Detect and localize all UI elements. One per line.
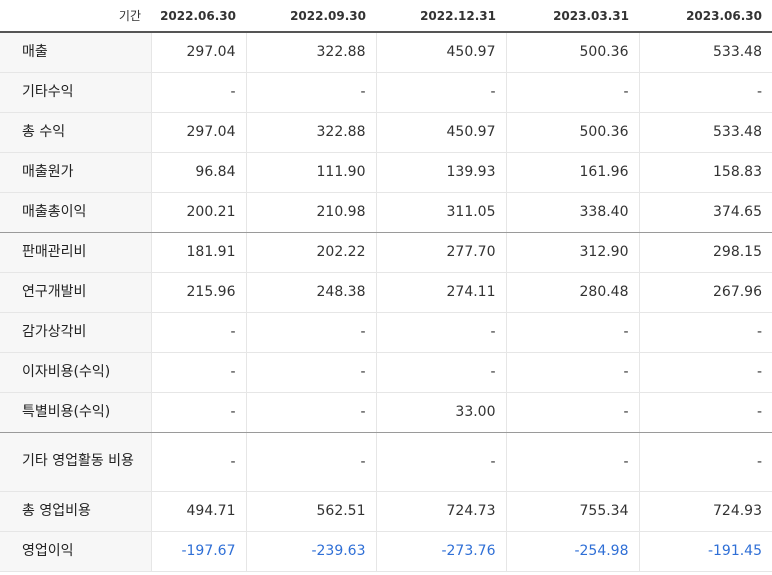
table-cell: 724.73 xyxy=(375,491,506,532)
table-cell: - xyxy=(245,392,376,433)
table-cell: 139.93 xyxy=(375,152,506,193)
table-cell: -191.45 xyxy=(638,531,772,572)
table-cell: 202.22 xyxy=(245,232,376,273)
table-cell: 96.84 xyxy=(150,152,246,193)
row-label: 매출원가 xyxy=(0,152,151,193)
table-row-other-operating: 기타 영업활동 비용 - - - - - xyxy=(0,432,772,492)
table-cell: - xyxy=(638,392,772,433)
table-row-interest: 이자비용(수익) - - - - - xyxy=(0,352,772,393)
table-cell: 33.00 xyxy=(375,392,506,433)
table-cell: -239.63 xyxy=(245,531,376,572)
row-label: 이자비용(수익) xyxy=(0,352,151,393)
period-header: 2022.06.30 xyxy=(151,0,246,33)
row-label: 감가상각비 xyxy=(0,312,151,353)
table-cell: 210.98 xyxy=(245,192,376,233)
table-row-gross-profit: 매출총이익 200.21 210.98 311.05 338.40 374.65 xyxy=(0,192,772,233)
table-cell: - xyxy=(245,72,376,113)
table-cell: 724.93 xyxy=(638,491,772,532)
table-cell: 562.51 xyxy=(245,491,376,532)
income-statement-table: 기간 2022.06.30 2022.09.30 2022.12.31 2023… xyxy=(0,0,772,572)
row-label: 총 수익 xyxy=(0,112,151,153)
table-cell: 500.36 xyxy=(505,32,639,73)
table-cell: - xyxy=(375,432,506,492)
table-cell: 533.48 xyxy=(638,32,772,73)
table-cell: 533.48 xyxy=(638,112,772,153)
table-cell: - xyxy=(375,72,506,113)
table-cell: - xyxy=(150,72,246,113)
table-cell: 297.04 xyxy=(150,32,246,73)
period-header-label: 기간 xyxy=(0,0,151,33)
table-cell: 297.04 xyxy=(150,112,246,153)
table-row-special: 특별비용(수익) - - 33.00 - - xyxy=(0,392,772,433)
table-cell: - xyxy=(245,432,376,492)
table-cell: 312.90 xyxy=(505,232,639,273)
period-header: 2023.03.31 xyxy=(506,0,639,33)
table-cell: 338.40 xyxy=(505,192,639,233)
table-cell: - xyxy=(638,72,772,113)
table-row-total-revenue: 총 수익 297.04 322.88 450.97 500.36 533.48 xyxy=(0,112,772,153)
table-cell: - xyxy=(150,312,246,353)
table-cell: - xyxy=(150,432,246,492)
table-row-cost-of-sales: 매출원가 96.84 111.90 139.93 161.96 158.83 xyxy=(0,152,772,193)
table-cell: - xyxy=(375,352,506,393)
row-label: 기타 영업활동 비용 xyxy=(0,432,151,492)
table-cell: 755.34 xyxy=(505,491,639,532)
table-cell: 322.88 xyxy=(245,32,376,73)
table-cell: 181.91 xyxy=(150,232,246,273)
table-cell: 215.96 xyxy=(150,272,246,313)
table-cell: -197.67 xyxy=(150,531,246,572)
table-row-sga: 판매관리비 181.91 202.22 277.70 312.90 298.15 xyxy=(0,232,772,273)
table-cell: 280.48 xyxy=(505,272,639,313)
table-row-revenue: 매출 297.04 322.88 450.97 500.36 533.48 xyxy=(0,32,772,73)
table-cell: 500.36 xyxy=(505,112,639,153)
table-row-operating-income: 영업이익 -197.67 -239.63 -273.76 -254.98 -19… xyxy=(0,531,772,572)
table-cell: - xyxy=(638,432,772,492)
table-cell: - xyxy=(638,312,772,353)
table-row-depreciation: 감가상각비 - - - - - xyxy=(0,312,772,353)
table-cell: 450.97 xyxy=(375,32,506,73)
table-row-other-income: 기타수익 - - - - - xyxy=(0,72,772,113)
header-row: 기간 2022.06.30 2022.09.30 2022.12.31 2023… xyxy=(0,0,772,33)
period-header: 2022.09.30 xyxy=(246,0,376,33)
row-label: 매출 xyxy=(0,32,151,73)
table-row-rnd: 연구개발비 215.96 248.38 274.11 280.48 267.96 xyxy=(0,272,772,313)
table-cell: 277.70 xyxy=(375,232,506,273)
table-cell: -273.76 xyxy=(375,531,506,572)
period-header: 2022.12.31 xyxy=(376,0,506,33)
table-cell: - xyxy=(245,352,376,393)
row-label: 기타수익 xyxy=(0,72,151,113)
row-label: 특별비용(수익) xyxy=(0,392,151,433)
table-cell: - xyxy=(505,392,639,433)
table-cell: - xyxy=(505,432,639,492)
table-cell: 311.05 xyxy=(375,192,506,233)
table-cell: 450.97 xyxy=(375,112,506,153)
table-cell: - xyxy=(150,392,246,433)
table-cell: - xyxy=(505,72,639,113)
table-cell: 298.15 xyxy=(638,232,772,273)
table-cell: 111.90 xyxy=(245,152,376,193)
table-cell: - xyxy=(638,352,772,393)
table-cell: 494.71 xyxy=(150,491,246,532)
table-cell: 158.83 xyxy=(638,152,772,193)
table-cell: 322.88 xyxy=(245,112,376,153)
table-cell: 161.96 xyxy=(505,152,639,193)
row-label: 영업이익 xyxy=(0,531,151,572)
period-header: 2023.06.30 xyxy=(639,0,772,33)
table-cell: 248.38 xyxy=(245,272,376,313)
table-cell: - xyxy=(375,312,506,353)
table-cell: - xyxy=(245,312,376,353)
table-cell: - xyxy=(150,352,246,393)
table-row-total-operating: 총 영업비용 494.71 562.51 724.73 755.34 724.9… xyxy=(0,491,772,532)
table-cell: 267.96 xyxy=(638,272,772,313)
row-label: 연구개발비 xyxy=(0,272,151,313)
table-cell: 200.21 xyxy=(150,192,246,233)
row-label: 매출총이익 xyxy=(0,192,151,233)
table-cell: -254.98 xyxy=(505,531,639,572)
table-cell: - xyxy=(505,352,639,393)
table-cell: - xyxy=(505,312,639,353)
row-label: 총 영업비용 xyxy=(0,491,151,532)
row-label: 판매관리비 xyxy=(0,232,151,273)
table-cell: 374.65 xyxy=(638,192,772,233)
table-cell: 274.11 xyxy=(375,272,506,313)
